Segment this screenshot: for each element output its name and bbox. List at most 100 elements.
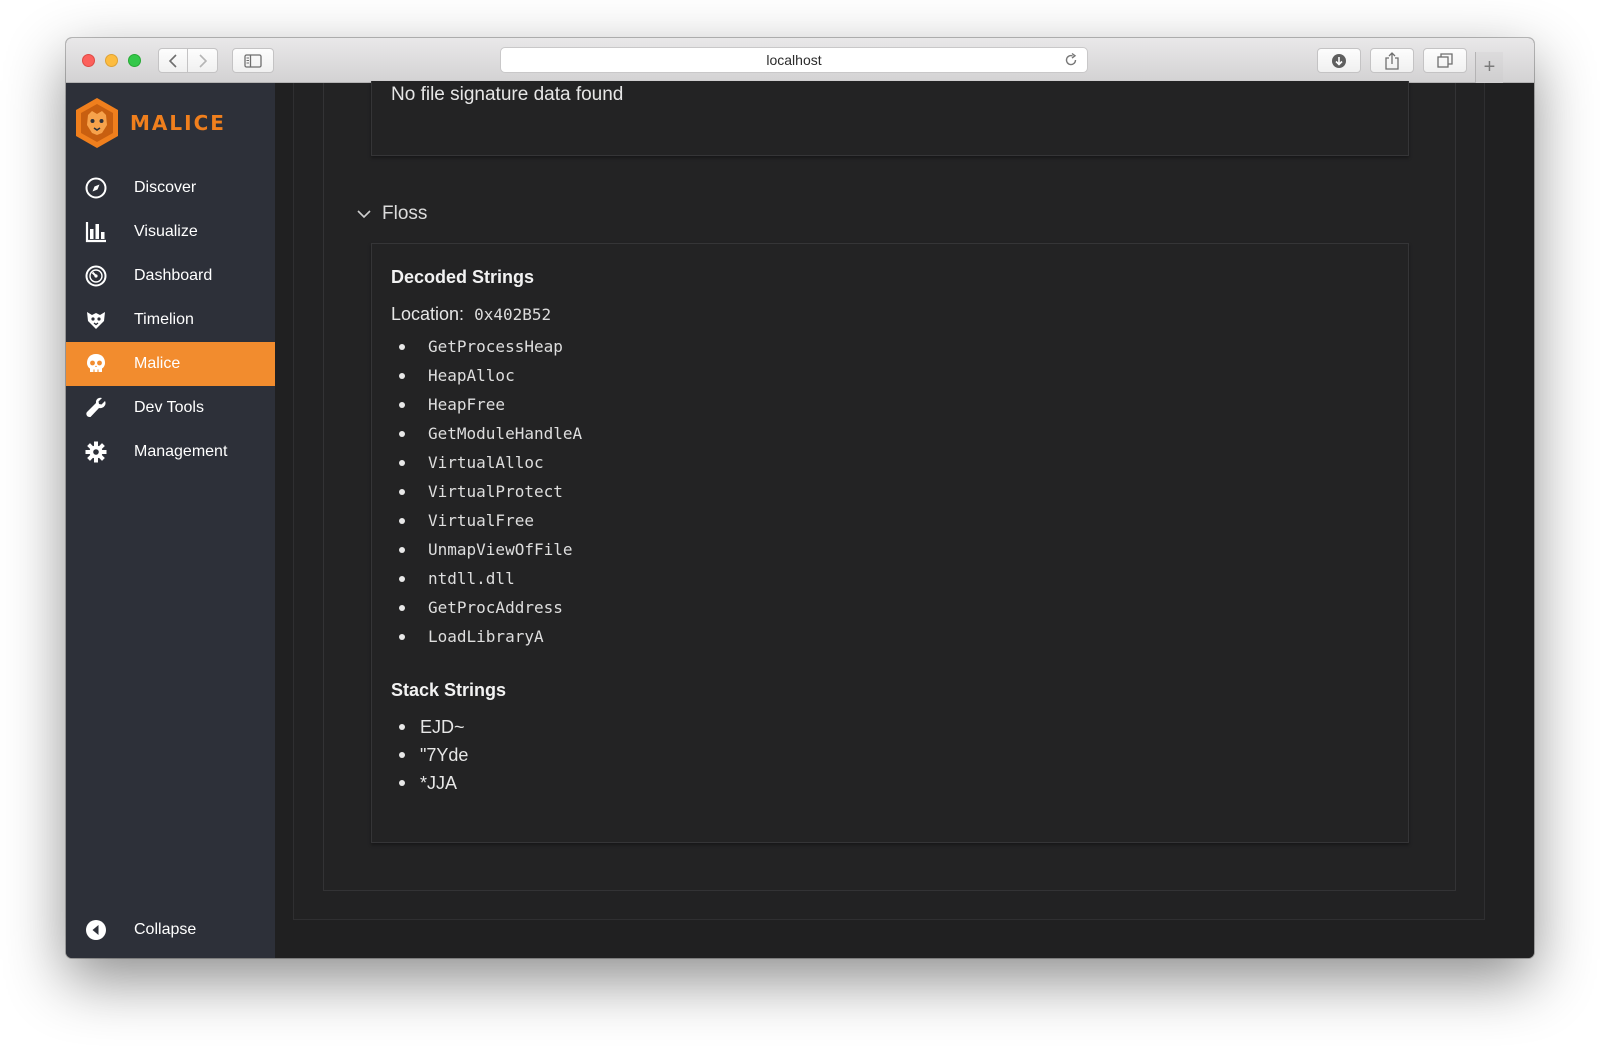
history-nav — [158, 48, 218, 73]
sidebar-item-visualize[interactable]: Visualize — [66, 210, 275, 254]
forward-button[interactable] — [188, 48, 218, 73]
bullet — [399, 459, 405, 466]
decoded-string: HeapAlloc — [428, 366, 515, 385]
decoded-string: HeapFree — [428, 395, 506, 414]
bullet — [399, 343, 405, 350]
stack-strings-list: EJD~ "7Yde *JJA — [399, 713, 468, 797]
floss-section-title: Floss — [382, 203, 428, 224]
bullet — [399, 724, 405, 730]
list-item: VirtualFree — [399, 506, 582, 535]
decoded-string: VirtualProtect — [428, 482, 563, 501]
list-item: ntdll.dll — [399, 564, 582, 593]
bullet — [399, 752, 405, 758]
list-item: GetModuleHandleA — [399, 419, 582, 448]
sidebar-item-malice[interactable]: Malice — [66, 342, 275, 386]
browser-toolbar: localhost + — [66, 38, 1534, 83]
list-item: UnmapViewOfFile — [399, 535, 582, 564]
minimize-window-button[interactable] — [105, 54, 118, 67]
sidebar-item-label: Timelion — [134, 311, 194, 328]
list-item: GetProcessHeap — [399, 332, 582, 361]
chevron-right-icon — [198, 53, 207, 68]
new-tab-button[interactable]: + — [1475, 52, 1503, 83]
file-signature-message: No file signature data found — [391, 84, 624, 105]
list-item: HeapFree — [399, 390, 582, 419]
stack-string: "7Yde — [420, 744, 469, 765]
timelion-icon — [84, 308, 108, 332]
gauge-icon — [84, 264, 108, 288]
stack-strings-heading: Stack Strings — [391, 680, 507, 700]
list-item: HeapAlloc — [399, 361, 582, 390]
sidebar-icon — [244, 53, 262, 68]
file-signature-card: No file signature data found — [371, 81, 1409, 156]
decoded-string: UnmapViewOfFile — [428, 540, 573, 559]
collapse-label: Collapse — [134, 921, 197, 938]
decoded-string: GetModuleHandleA — [428, 424, 583, 443]
list-item: "7Yde — [399, 741, 468, 769]
list-item: EJD~ — [399, 713, 468, 741]
url-text: localhost — [766, 52, 822, 68]
wrench-icon — [84, 396, 108, 420]
sidebar-item-label: Dashboard — [134, 267, 213, 284]
decoded-strings-list: GetProcessHeap HeapAlloc HeapFree GetMod… — [399, 332, 582, 651]
location-value: 0x402B52 — [474, 305, 552, 324]
decoded-string: LoadLibraryA — [428, 627, 544, 646]
bullet — [399, 488, 405, 495]
plugin-results-panel: No file signature data found Floss Decod… — [293, 81, 1485, 920]
sidebar-item-management[interactable]: Management — [66, 430, 275, 474]
decoded-string: VirtualFree — [428, 511, 534, 530]
plus-icon: + — [1483, 56, 1496, 78]
sidebar-item-label: Malice — [134, 355, 181, 372]
share-button[interactable] — [1370, 48, 1414, 73]
chevron-down-icon — [357, 210, 371, 219]
show-tabs-button[interactable] — [1423, 48, 1467, 73]
sidebar-nav: Discover Visualize Dashboard Timelion Ma… — [66, 166, 275, 474]
download-icon — [1332, 53, 1346, 68]
sidebar-item-dev-tools[interactable]: Dev Tools — [66, 386, 275, 430]
list-item: *JJA — [399, 769, 468, 797]
stack-string: *JJA — [420, 772, 458, 793]
bullet — [399, 401, 405, 408]
decoded-strings-heading: Decoded Strings — [391, 267, 535, 287]
collapse-button[interactable]: Collapse — [66, 908, 275, 952]
location-row: Location: 0x402B52 — [391, 304, 551, 325]
zoom-window-button[interactable] — [128, 54, 141, 67]
main-content: No file signature data found Floss Decod… — [275, 81, 1534, 958]
address-bar[interactable]: localhost — [500, 47, 1088, 73]
list-item: GetProcAddress — [399, 593, 582, 622]
gear-icon — [84, 440, 108, 464]
downloads-button[interactable] — [1317, 48, 1361, 73]
sidebar-item-label: Dev Tools — [134, 399, 204, 416]
stack-string: EJD~ — [420, 716, 465, 737]
list-item: VirtualProtect — [399, 477, 582, 506]
brand-name: MALICE — [130, 111, 226, 135]
share-icon — [1385, 51, 1399, 70]
reload-icon[interactable] — [1063, 52, 1079, 68]
bullet — [399, 633, 405, 640]
bar-chart-icon — [84, 220, 108, 244]
floss-section-toggle[interactable]: Floss — [356, 203, 427, 225]
collapse-arrow-icon — [84, 918, 108, 942]
bullet — [399, 372, 405, 379]
decoded-string: GetProcAddress — [428, 598, 563, 617]
bullet — [399, 780, 405, 786]
sidebar-item-label: Visualize — [134, 223, 198, 240]
bullet — [399, 517, 405, 524]
brand-logo[interactable]: MALICE — [74, 97, 226, 149]
floss-card: Decoded Strings Location: 0x402B52 GetPr… — [371, 243, 1409, 843]
sidebar-item-dashboard[interactable]: Dashboard — [66, 254, 275, 298]
close-window-button[interactable] — [82, 54, 95, 67]
bullet — [399, 430, 405, 437]
sidebar-item-label: Management — [134, 443, 228, 460]
sidebar-item-label: Discover — [134, 179, 197, 196]
sidebar-item-timelion[interactable]: Timelion — [66, 298, 275, 342]
app-sidebar: MALICE Discover Visualize Dashboard Time… — [66, 83, 275, 958]
sidebar-item-discover[interactable]: Discover — [66, 166, 275, 210]
decoded-string: VirtualAlloc — [428, 453, 544, 472]
back-button[interactable] — [158, 48, 188, 73]
sidebar-toggle-button[interactable] — [232, 48, 274, 73]
decoded-string: ntdll.dll — [428, 569, 515, 588]
tabs-overview-icon — [1437, 52, 1453, 68]
chevron-left-icon — [168, 53, 177, 68]
decoded-string: GetProcessHeap — [428, 337, 563, 356]
lion-logo-icon — [76, 98, 118, 148]
